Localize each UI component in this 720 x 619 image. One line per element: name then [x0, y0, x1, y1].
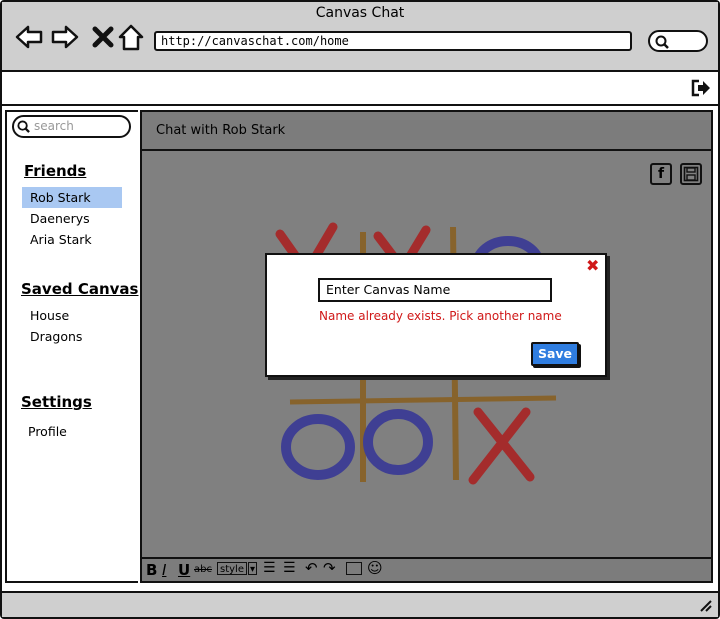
saved-canvas-heading: Saved Canvas: [21, 280, 139, 298]
chat-header: Chat with Rob Stark: [142, 112, 711, 151]
editor-toolbar: B I U abc style ▾ ☰ ☰ ↶ ↷ ☺: [142, 557, 711, 581]
friends-heading: Friends: [24, 162, 87, 180]
friend-item[interactable]: Aria Stark: [22, 229, 122, 250]
forward-arrow-icon[interactable]: [50, 22, 80, 52]
home-icon[interactable]: [116, 22, 146, 52]
browser-search-box[interactable]: [648, 30, 708, 52]
stop-x-icon[interactable]: [88, 22, 118, 52]
undo-icon[interactable]: ↶: [305, 559, 318, 577]
strikethrough-button[interactable]: abc: [194, 564, 212, 575]
settings-item-profile[interactable]: Profile: [20, 421, 120, 442]
chevron-down-icon[interactable]: ▾: [248, 562, 257, 575]
style-dropdown[interactable]: style: [217, 562, 247, 575]
save-button[interactable]: Save: [531, 342, 579, 366]
canvas-name-input[interactable]: Enter Canvas Name: [318, 278, 552, 302]
friend-item[interactable]: Rob Stark: [22, 187, 122, 208]
emoji-icon[interactable]: ☺: [367, 559, 383, 577]
bullet-list-icon[interactable]: ☰: [263, 560, 276, 576]
status-bar: [2, 591, 718, 617]
browser-toolbar: [2, 74, 718, 106]
italic-button[interactable]: I: [162, 561, 166, 579]
saved-canvas-item[interactable]: Dragons: [22, 326, 122, 347]
logout-icon[interactable]: [690, 78, 712, 98]
search-icon: [17, 120, 30, 133]
facebook-icon[interactable]: f: [650, 163, 672, 185]
settings-heading: Settings: [21, 393, 92, 411]
friend-item[interactable]: Daenerys: [22, 208, 122, 229]
image-icon[interactable]: [346, 562, 362, 575]
redo-icon[interactable]: ↷: [323, 559, 336, 577]
address-bar[interactable]: http://canvaschat.com/home: [154, 31, 632, 51]
search-icon: [655, 35, 669, 49]
close-icon[interactable]: ✖: [586, 256, 599, 275]
error-message: Name already exists. Pick another name: [319, 309, 562, 323]
numbered-list-icon[interactable]: ☰: [283, 560, 296, 576]
floppy-disk-icon[interactable]: [680, 163, 702, 185]
save-disk-glyph: [683, 166, 699, 182]
back-arrow-icon[interactable]: [14, 22, 44, 52]
resize-grip-icon[interactable]: [698, 598, 712, 612]
bold-button[interactable]: B: [146, 561, 157, 579]
window-title: Canvas Chat: [315, 5, 405, 21]
underline-button[interactable]: U: [178, 561, 190, 579]
saved-canvas-item[interactable]: House: [22, 305, 122, 326]
